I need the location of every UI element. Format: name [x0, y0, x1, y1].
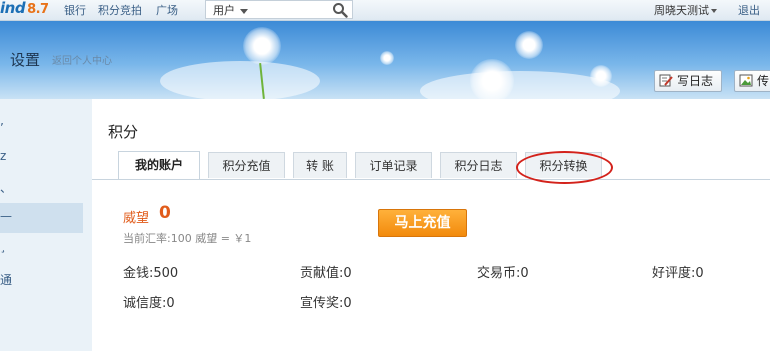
dandelion-decoration: [470, 59, 514, 99]
image-icon: [739, 74, 753, 87]
stat-value: 0: [520, 266, 529, 281]
credit-name: 威望: [123, 211, 150, 226]
stat-rating: 好评度:0: [652, 262, 704, 281]
top-bar: ind 8.7 银行 积分竞拍 广场 用户 周晓天测试 退出: [0, 0, 770, 21]
search-icon[interactable]: [332, 2, 348, 18]
tab-order-records[interactable]: 订单记录: [355, 152, 432, 178]
stat-value: 0: [343, 296, 352, 311]
search-type-select[interactable]: 用户: [213, 2, 248, 18]
sidebar-item-active-label: —: [0, 209, 12, 223]
stat-trade-coin: 交易币:0: [477, 262, 529, 281]
stat-integrity: 诚信度:0: [123, 292, 175, 311]
exchange-rate: 当前汇率:100 威望 = ￥1: [123, 232, 252, 245]
back-to-profile-link[interactable]: 返回个人中心: [52, 52, 112, 67]
search-type-label: 用户: [213, 4, 235, 17]
stat-label: 金钱:: [123, 266, 154, 281]
cloud-decoration: [160, 61, 320, 99]
stat-label: 好评度:: [652, 266, 696, 281]
nav-link-credit-auction[interactable]: 积分竞拍: [98, 2, 142, 18]
sidebar-item-active[interactable]: [0, 203, 83, 233]
sidebar-item[interactable]: ’: [0, 121, 4, 135]
stat-value: 0: [695, 266, 704, 281]
stat-promotion: 宣传奖:0: [300, 292, 352, 311]
chevron-down-icon: [240, 8, 248, 14]
write-log-label: 写日志: [677, 74, 714, 88]
main-content: 积分 我的账户 积分充值 转 账 订单记录 积分日志 积分转换 威望 0 当前汇…: [92, 99, 770, 351]
user-menu[interactable]: 周晓天测试: [654, 2, 717, 18]
search-box[interactable]: 用户: [205, 0, 353, 19]
logo-version: 8.7: [27, 2, 49, 17]
upload-photo-button[interactable]: 传: [734, 70, 770, 92]
stat-label: 宣传奖:: [300, 296, 344, 311]
dandelion-decoration: [380, 51, 394, 65]
tab-credit-log[interactable]: 积分日志: [440, 152, 517, 178]
tab-my-account[interactable]: 我的账户: [118, 151, 200, 179]
header-banner: 设置 返回个人中心 写日志 传: [0, 21, 770, 99]
credit-value: 0: [159, 203, 171, 223]
dandelion-decoration: [243, 27, 281, 65]
dandelion-decoration: [590, 65, 612, 87]
stat-value: 0: [166, 296, 175, 311]
sidebar-item-tong[interactable]: 通: [0, 271, 12, 288]
sidebar-item[interactable]: z: [0, 149, 6, 163]
stat-label: 贡献值:: [300, 266, 344, 281]
sidebar-item[interactable]: 、: [0, 179, 12, 196]
sidebar-item[interactable]: ¸: [0, 239, 6, 253]
stat-label: 交易币:: [477, 266, 521, 281]
pencil-note-icon: [659, 74, 673, 87]
stat-value: 0: [343, 266, 352, 281]
stat-value: 500: [153, 266, 179, 281]
stat-label: 诚信度:: [123, 296, 167, 311]
stat-contribution: 贡献值:0: [300, 262, 352, 281]
logout-link[interactable]: 退出: [738, 2, 760, 18]
upload-photo-label: 传: [757, 74, 770, 88]
chevron-down-icon: [711, 9, 717, 13]
page-title: 积分: [108, 123, 139, 141]
recharge-now-button[interactable]: 马上充值: [378, 209, 467, 237]
write-log-button[interactable]: 写日志: [654, 70, 722, 92]
left-sidebar: ’ z 、 — ¸ 通: [0, 99, 92, 351]
username: 周晓天测试: [654, 4, 709, 17]
site-logo[interactable]: ind 8.7: [0, 0, 49, 20]
page-heading: 设置: [10, 51, 41, 69]
tab-transfer[interactable]: 转 账: [293, 152, 347, 178]
logo-text: ind: [0, 0, 26, 17]
highlight-circle-annotation: [516, 151, 613, 184]
nav-link-plaza[interactable]: 广场: [156, 2, 178, 18]
tab-bar: 我的账户 积分充值 转 账 订单记录 积分日志 积分转换: [92, 151, 770, 180]
tab-credit-recharge[interactable]: 积分充值: [208, 152, 285, 178]
stat-money: 金钱:500: [123, 262, 178, 281]
dandelion-decoration: [515, 31, 543, 59]
nav-link-bank[interactable]: 银行: [64, 2, 86, 18]
